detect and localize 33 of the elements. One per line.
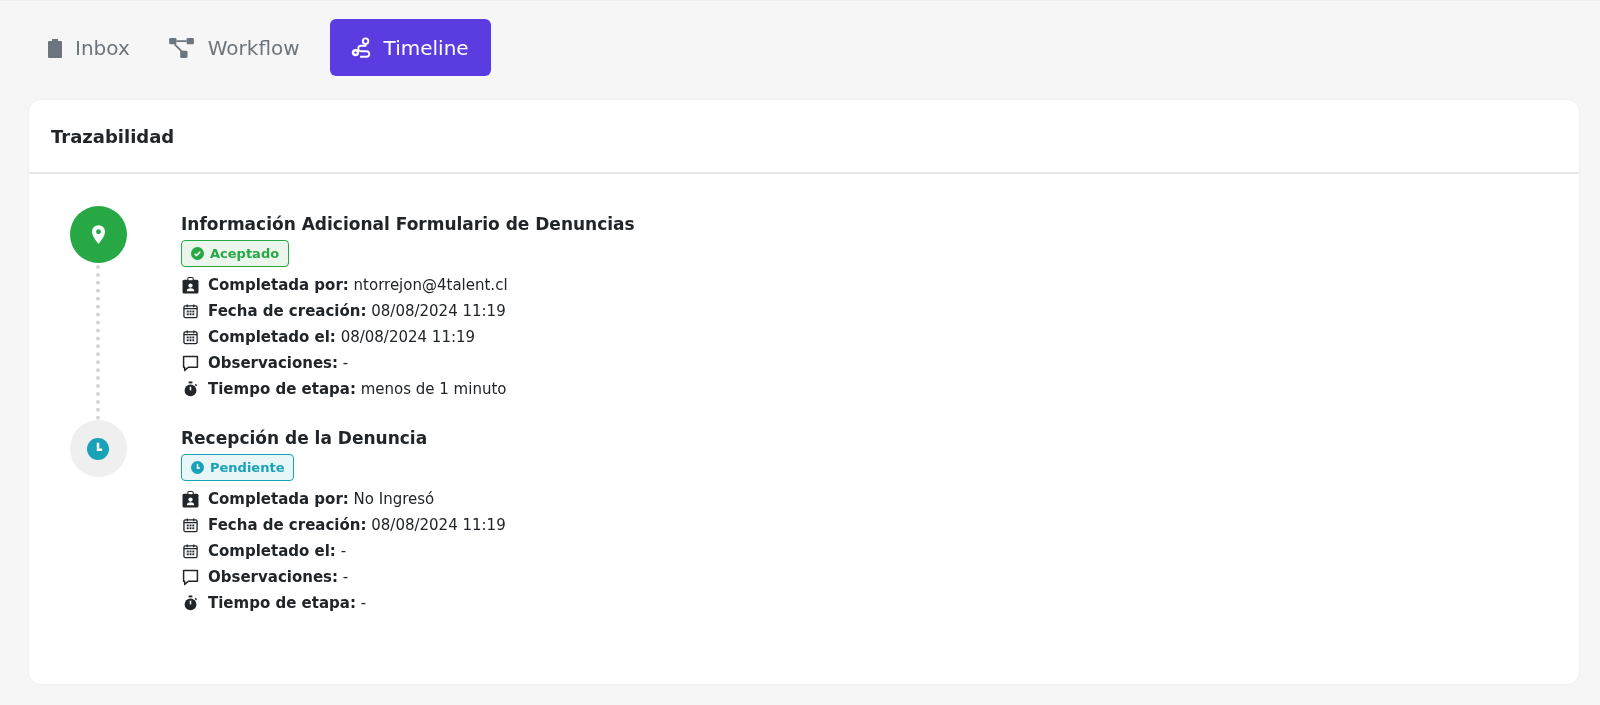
id-badge-icon xyxy=(181,276,199,294)
clipboard-icon xyxy=(47,37,63,58)
detail-text: Completada por: No Ingresó xyxy=(208,490,435,508)
check-circle-icon xyxy=(191,247,204,260)
calendar-icon xyxy=(181,517,199,533)
step-title: Información Adicional Formulario de Denuncias xyxy=(181,214,635,234)
detail-text: Observaciones: - xyxy=(208,568,349,586)
speech-bubble-icon xyxy=(181,354,199,372)
calendar-icon xyxy=(181,329,199,345)
card-title: Trazabilidad xyxy=(51,125,175,147)
flowchart-icon xyxy=(167,36,196,59)
id-badge-icon xyxy=(181,490,199,508)
speech-bubble-icon xyxy=(181,568,199,586)
detail-text: Completado el: 08/08/2024 11:19 xyxy=(208,328,476,346)
detail-text: Observaciones: - xyxy=(208,354,349,372)
location-pin-icon xyxy=(90,225,106,244)
route-icon xyxy=(349,36,372,59)
calendar-icon xyxy=(181,543,199,559)
calendar-icon xyxy=(181,303,199,319)
detail-text: Tiempo de etapa: - xyxy=(208,594,367,612)
status-badge: Aceptado xyxy=(181,240,290,267)
detail-text: Completado el: - xyxy=(208,542,347,560)
detail-text: Tiempo de etapa: menos de 1 minuto xyxy=(208,380,507,398)
detail-text: Completada por: ntorrejon@4talent.cl xyxy=(208,276,508,294)
tab[interactable]: Inbox xyxy=(39,19,146,76)
tab[interactable]: Workflow xyxy=(159,19,316,76)
step-title: Recepción de la Denuncia xyxy=(181,428,429,448)
clock-icon xyxy=(191,461,204,474)
tab[interactable]: Timeline xyxy=(329,19,491,76)
status-badge: Pendiente xyxy=(181,454,295,481)
detail-text: Fecha de creación: 08/08/2024 11:19 xyxy=(208,302,506,320)
detail-text: Fecha de creación: 08/08/2024 11:19 xyxy=(208,516,506,534)
clock-icon xyxy=(87,437,109,460)
